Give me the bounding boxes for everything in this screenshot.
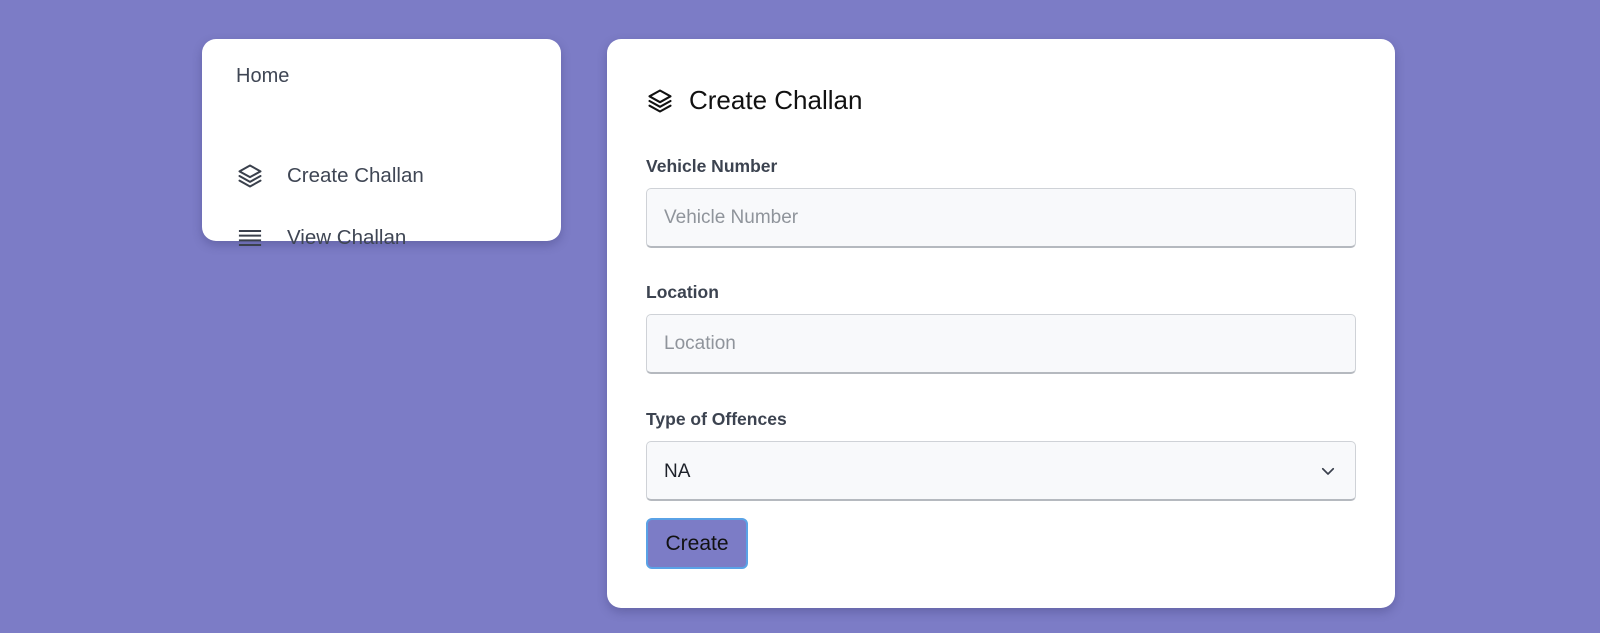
location-input[interactable] (646, 314, 1356, 374)
layers-icon (236, 162, 264, 190)
vehicle-number-input[interactable] (646, 188, 1356, 248)
list-icon (236, 224, 264, 252)
create-challan-form: Create Challan Vehicle Number Location T… (607, 39, 1395, 608)
offence-type-selected-value: NA (664, 461, 691, 482)
page-title: Create Challan (689, 85, 863, 115)
sidebar-menu: Home Create Challan View Challan (202, 39, 561, 249)
sidebar-item-label: Create Challan (287, 164, 424, 187)
create-button[interactable]: Create (646, 518, 748, 569)
sidebar-item-create-challan[interactable]: Create Challan (236, 161, 424, 191)
offence-type-label: Type of Offences (646, 409, 787, 429)
layers-icon (646, 87, 674, 115)
location-label: Location (646, 282, 719, 302)
sidebar-item-view-challan[interactable]: View Challan (236, 223, 406, 253)
vehicle-number-label: Vehicle Number (646, 156, 778, 176)
offence-type-select[interactable]: NA (646, 441, 1356, 501)
form-header: Create Challan (646, 85, 862, 116)
chevron-down-icon (1319, 462, 1337, 480)
sidebar-item-home[interactable]: Home (236, 65, 289, 88)
sidebar-item-label: View Challan (287, 226, 407, 249)
